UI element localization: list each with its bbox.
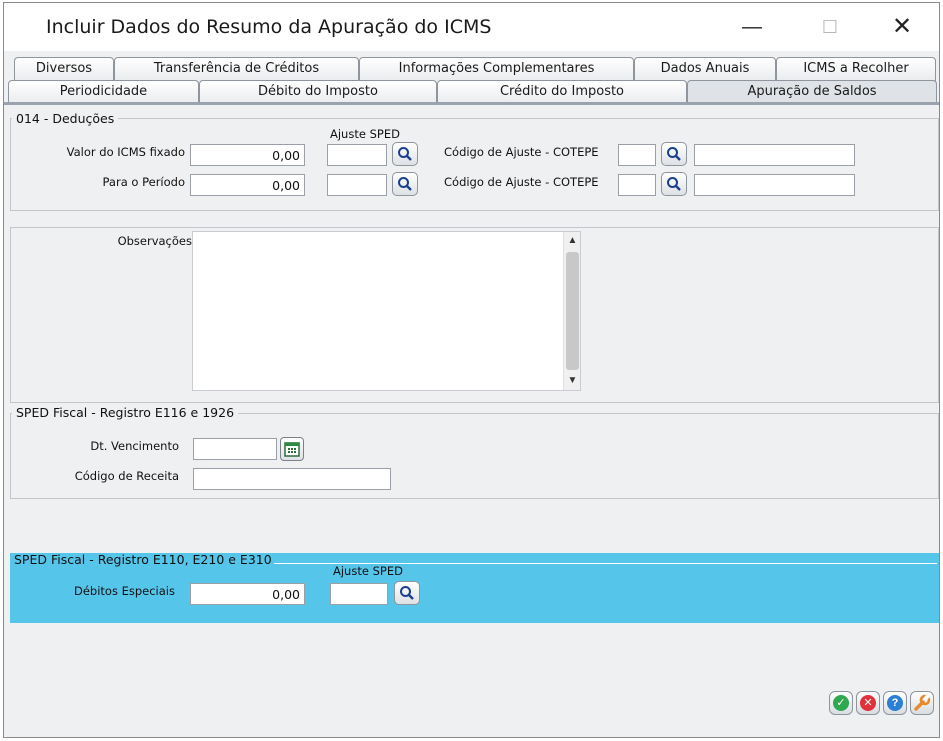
debitos-especiais-input[interactable]: 0,00 (190, 583, 305, 605)
search-icon (398, 147, 412, 161)
check-icon: ✓ (833, 695, 849, 711)
para-periodo-label: Para o Período (102, 175, 185, 189)
cotepe-code-input-1[interactable] (618, 144, 656, 166)
dt-vencimento-label: Dt. Vencimento (90, 439, 179, 453)
help-button[interactable]: ? (883, 691, 907, 715)
cancel-icon: ✕ (860, 695, 876, 711)
deducoes-title: 014 - Deduções (12, 111, 119, 126)
cotepe-lookup-button-1[interactable] (661, 142, 687, 166)
cancel-button[interactable]: ✕ (856, 691, 880, 715)
scroll-up-icon[interactable]: ▲ (564, 232, 581, 250)
confirm-button[interactable]: ✓ (829, 691, 853, 715)
sped-e116-group (10, 413, 939, 499)
cotepe-lookup-button-2[interactable] (661, 172, 687, 196)
tab-periodicidade[interactable]: Periodicidade (8, 80, 199, 104)
cotepe-label-2: Código de Ajuste - COTEPE (444, 175, 599, 189)
maximize-button[interactable]: ☐ (810, 13, 850, 41)
calendar-button[interactable] (280, 437, 304, 461)
ajuste-sped-header: Ajuste SPED (330, 127, 400, 141)
sped-e110-group: SPED Fiscal - Registro E110, E210 e E310… (10, 552, 939, 623)
tab-icms-recolher[interactable]: ICMS a Recolher (776, 57, 936, 81)
observacoes-scrollbar[interactable]: ▲ ▼ (563, 232, 580, 390)
tab-debito-imposto[interactable]: Débito do Imposto (199, 80, 437, 104)
valor-icms-fixado-input[interactable]: 0,00 (190, 144, 305, 166)
ajuste-sped-lookup-button-1[interactable] (392, 142, 418, 166)
cotepe-label-1: Código de Ajuste - COTEPE (444, 145, 599, 159)
close-button[interactable]: ✕ (882, 13, 922, 41)
ajuste-sped-lookup-button-2[interactable] (392, 172, 418, 196)
tab-informacoes-complementares[interactable]: Informações Complementares (359, 57, 634, 81)
tab-apuracao-saldos[interactable]: Apuração de Saldos (687, 80, 937, 104)
search-icon (667, 147, 681, 161)
ajuste-sped-input-1[interactable] (327, 144, 387, 166)
cotepe-code-input-2[interactable] (618, 174, 656, 196)
scroll-down-icon[interactable]: ▼ (564, 372, 581, 390)
ajuste-sped-input-2[interactable] (327, 174, 387, 196)
cotepe-description-2[interactable] (694, 174, 855, 196)
minimize-button[interactable]: — (732, 13, 772, 41)
tab-divider (4, 102, 939, 105)
tab-dados-anuais[interactable]: Dados Anuais (634, 57, 776, 81)
ajuste-sped-input-e110[interactable] (330, 583, 388, 605)
search-icon (667, 177, 681, 191)
title-bar[interactable]: Incluir Dados do Resumo da Apuração do I… (4, 3, 939, 51)
window-title: Incluir Dados do Resumo da Apuração do I… (46, 16, 492, 38)
debitos-especiais-label: Débitos Especiais (73, 584, 175, 598)
para-periodo-input[interactable]: 0,00 (190, 174, 305, 196)
dialog-content: Diversos Transferência de Créditos Infor… (4, 51, 939, 737)
calendar-icon (284, 442, 300, 457)
scroll-thumb[interactable] (566, 252, 579, 370)
help-icon: ? (887, 695, 903, 711)
cotepe-description-1[interactable] (694, 144, 855, 166)
tab-credito-imposto[interactable]: Crédito do Imposto (437, 80, 687, 104)
observacoes-label: Observações (117, 234, 192, 248)
codigo-receita-input[interactable] (193, 468, 391, 490)
valor-icms-fixado-label: Valor do ICMS fixado (66, 145, 185, 159)
ajuste-sped-lookup-button-e110[interactable] (394, 581, 420, 605)
codigo-receita-label: Código de Receita (74, 469, 179, 483)
tab-transferencia-creditos[interactable]: Transferência de Créditos (114, 57, 359, 81)
sped-e110-title: SPED Fiscal - Registro E110, E210 e E310 (14, 552, 272, 567)
search-icon (398, 177, 412, 191)
ajuste-sped-header-e110: Ajuste SPED (333, 564, 403, 578)
tab-diversos[interactable]: Diversos (14, 57, 114, 81)
wrench-icon (914, 694, 931, 711)
observacoes-textarea[interactable]: ▲ ▼ (192, 231, 581, 391)
dialog-window: Incluir Dados do Resumo da Apuração do I… (3, 2, 940, 738)
dt-vencimento-input[interactable] (193, 438, 277, 460)
search-icon (400, 586, 414, 600)
sped-e116-title: SPED Fiscal - Registro E116 e 1926 (12, 405, 239, 420)
tools-button[interactable] (910, 691, 934, 715)
